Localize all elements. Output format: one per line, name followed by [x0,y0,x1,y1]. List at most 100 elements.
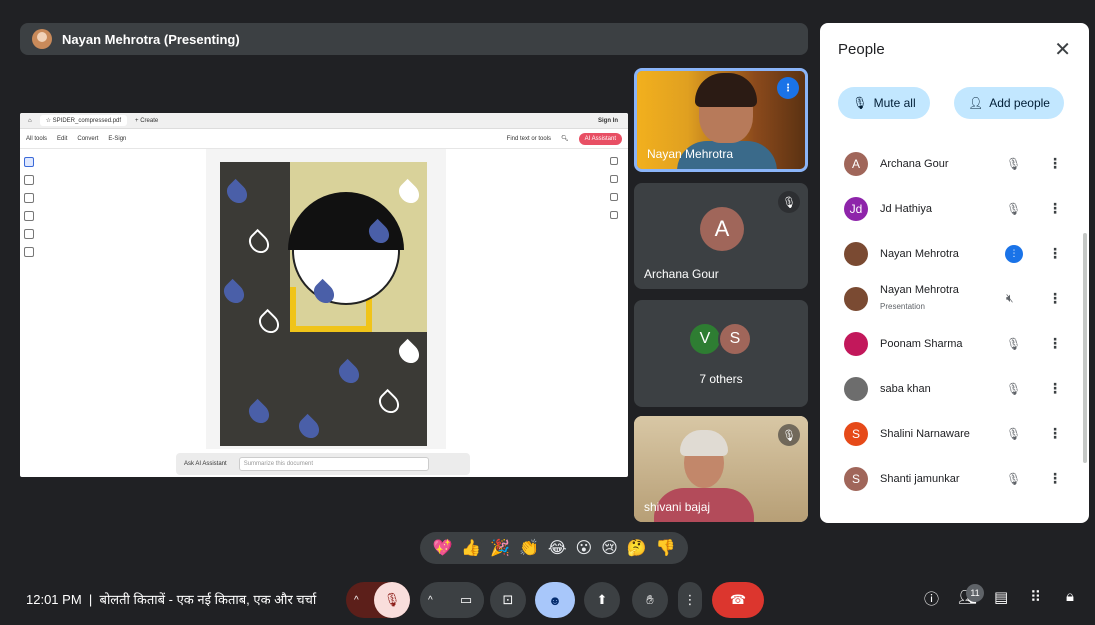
camera-control[interactable]: ^ ▭ [420,582,484,618]
add-people-button[interactable]: 👤︎ Add people [954,87,1064,119]
more-vert-icon[interactable]: ⋮ [1048,335,1062,352]
raindrop-icon [394,338,424,368]
more-vert-icon[interactable]: ⋮ [1048,470,1062,487]
copy-icon [610,211,618,219]
avatar: Jd [844,196,868,221]
participant-count-badge: 11 [966,584,984,602]
raindrop-icon [334,358,364,388]
avatar: S [844,466,868,491]
avatar [844,286,868,311]
mic-off-icon[interactable]: 🎙︎ [1006,472,1021,486]
avatar [844,376,868,401]
participant-row[interactable]: Nayan Mehrotra Presentation 🔇︎ ⋮ [820,276,1082,321]
participant-name: Poonam Sharma [880,337,963,350]
captions-icon: ⊡ [502,592,514,607]
participant-row[interactable]: S Shalini Narnaware 🎙︎ ⋮ [820,411,1082,456]
reaction-emoji-icon[interactable]: 👍 [461,538,481,558]
captions-button[interactable]: ⊡ [490,582,526,618]
tile-others[interactable]: V S 7 others [634,300,808,407]
more-vert-icon[interactable]: ⋮ [1048,380,1062,397]
home-icon: ⌂ [28,117,32,124]
reaction-emoji-icon[interactable]: 😮 [575,538,592,558]
raindrop-icon [374,388,404,418]
participant-name: Shanti jamunkar [880,472,960,485]
tile-nayan-mehrotra[interactable]: ⋮ Nayan Mehrotra [634,68,808,172]
participant-row[interactable]: Jd Jd Hathiya 🎙︎ ⋮ [820,186,1082,231]
people-icon[interactable]: 👥︎ 11 [958,584,984,606]
add-person-icon: 👤︎ [968,96,984,110]
select-tool-icon [24,157,34,167]
microphone-control[interactable]: ^ 🎙︎ [346,582,410,618]
audio-off-icon[interactable]: 🔇︎ [1006,291,1014,306]
more-vert-icon[interactable]: ⋮ [1048,290,1062,307]
reaction-emoji-icon[interactable]: 👎 [656,538,676,558]
separator: | [88,592,93,607]
stamp-tool-icon [24,247,34,257]
phone-hangup-icon: ☎︎ [729,592,747,607]
reaction-emoji-icon[interactable]: 🤔 [627,538,647,558]
chevron-up-icon[interactable]: ^ [354,595,359,606]
reaction-emoji-icon[interactable]: 🎉 [490,538,510,558]
participant-name: Nayan Mehrotra [880,247,959,260]
info-icon[interactable]: ⓘ [924,588,939,609]
mic-off-icon: 🎙︎ [778,424,800,446]
right-toolbar [610,157,620,229]
menu-edit: Edit [57,135,68,142]
shared-tabbar: ⌂ ☆ SPIDER_compressed.pdf + Create Sign … [20,113,628,129]
avatar [844,331,868,356]
speaking-indicator-icon: ⋮ [1005,244,1023,263]
host-controls-icon[interactable]: 🔒︎ [1066,588,1074,605]
mic-off-icon[interactable]: 🎙︎ [1006,427,1021,441]
scrollbar[interactable] [1083,233,1087,463]
tile-shivani-bajaj[interactable]: 🎙︎ shivani bajaj [634,416,808,522]
raise-hand-button[interactable]: ✋︎ [632,582,668,618]
reaction-emoji-icon[interactable]: 👏 [519,538,539,558]
reactions-button[interactable]: ☻ [535,582,575,618]
more-vert-icon[interactable]: ⋮ [1048,245,1062,262]
speaking-indicator-icon: ⋮ [777,77,799,99]
mic-off-icon[interactable]: 🎙︎ [374,582,410,618]
close-icon[interactable]: ✕ [1054,37,1071,62]
raindrop-icon [294,413,324,443]
page-icon [610,193,618,201]
avatar [844,241,868,266]
camera-icon[interactable]: ▭ [448,582,484,618]
mic-off-icon[interactable]: 🎙︎ [1006,157,1021,171]
sign-in-label: Sign In [598,117,618,124]
more-vert-icon[interactable]: ⋮ [1048,155,1062,172]
leave-call-button[interactable]: ☎︎ [712,582,764,618]
tile-archana-gour[interactable]: 🎙︎ A Archana Gour [634,183,808,289]
mic-off-icon[interactable]: 🎙︎ [1006,337,1021,351]
apps-icon[interactable]: ⠿ [1030,588,1041,606]
mic-off-icon: 🎙︎ [778,191,800,213]
tile-name: Nayan Mehrotra [647,147,734,161]
reaction-emoji-icon[interactable]: 😢 [601,538,618,558]
reaction-emoji-icon[interactable]: 💖 [432,538,452,558]
participant-row[interactable]: saba khan 🎙︎ ⋮ [820,366,1082,411]
reaction-emoji-icon[interactable]: 😂 [548,538,567,558]
others-label: 7 others [699,372,743,386]
raindrop-icon [244,228,274,258]
mic-off-icon: 🎙︎ [852,96,868,110]
shared-screen: ⌂ ☆ SPIDER_compressed.pdf + Create Sign … [20,113,628,477]
people-panel: People ✕ 🎙︎ Mute all 👤︎ Add people A Arch… [820,23,1089,523]
participant-sub: Presentation [880,302,925,311]
mute-all-button[interactable]: 🎙︎ Mute all [838,87,930,119]
mic-off-icon[interactable]: 🎙︎ [1006,382,1021,396]
more-options-button[interactable]: ⋮ [678,582,702,618]
more-vert-icon[interactable]: ⋮ [1048,425,1062,442]
participant-row[interactable]: S Shanti jamunkar 🎙︎ ⋮ [820,456,1082,501]
avatar: V [688,322,722,356]
more-vert-icon[interactable]: ⋮ [1048,200,1062,217]
chevron-up-icon[interactable]: ^ [428,595,433,606]
find-label: Find text or tools [506,135,552,142]
tile-name: Archana Gour [644,267,719,281]
participant-row[interactable]: Poonam Sharma 🎙︎ ⋮ [820,321,1082,366]
chat-icon[interactable]: ▤ [994,588,1008,606]
participant-row[interactable]: A Archana Gour 🎙︎ ⋮ [820,141,1082,186]
present-button[interactable]: ⬆︎ [584,582,620,618]
menu-esign: E-Sign [108,135,127,142]
presenter-bar: Nayan Mehrotra (Presenting) [20,23,808,55]
mic-off-icon[interactable]: 🎙︎ [1006,202,1021,216]
participant-row[interactable]: Nayan Mehrotra ⋮ ⋮ [820,231,1082,276]
